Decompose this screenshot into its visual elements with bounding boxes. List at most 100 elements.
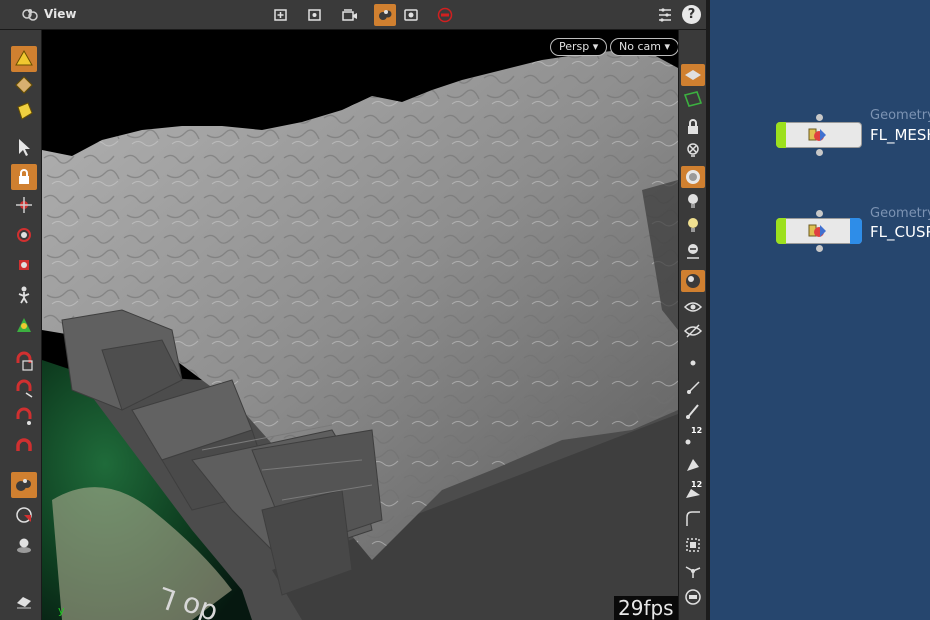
- network-editor[interactable]: Geometry FL_MESH Geometry FL_CUSP: [706, 0, 930, 620]
- hide-other-objects[interactable]: [681, 140, 705, 162]
- headlight-icon: [686, 170, 700, 184]
- handle-tool[interactable]: [11, 312, 37, 338]
- help-button[interactable]: ?: [682, 5, 701, 24]
- snap-magnet-icon: [16, 379, 33, 398]
- vectors-icon: [685, 566, 701, 578]
- node-fl-cusp[interactable]: [776, 210, 864, 252]
- select-primitives-icon: [17, 102, 33, 120]
- shading-icon: [379, 10, 392, 20]
- ghost-others-toggle[interactable]: [681, 320, 705, 342]
- scale-tool[interactable]: [11, 252, 37, 278]
- camera-menu[interactable]: No cam ▾: [610, 38, 678, 56]
- lights-tool[interactable]: [11, 532, 37, 558]
- select-points-icon: [15, 49, 33, 66]
- node-output-connector[interactable]: [816, 149, 823, 156]
- display-prim-toggle[interactable]: [681, 454, 705, 476]
- display-points-toggle[interactable]: [681, 352, 705, 374]
- record-icon: [437, 7, 453, 23]
- pane-title: View: [44, 7, 77, 21]
- hull-icon: [686, 511, 700, 526]
- primitive-icon: [687, 459, 699, 471]
- move-icon: [16, 197, 32, 213]
- rotate-icon: [17, 228, 31, 242]
- pane-header: View ?: [0, 0, 706, 30]
- display-point-numbers-toggle[interactable]: 12: [681, 426, 705, 448]
- frame-selected-button[interactable]: [304, 4, 326, 26]
- display-point-normals-toggle[interactable]: [681, 400, 705, 422]
- snap-grid-icon: [16, 351, 33, 371]
- lock-tool[interactable]: [11, 164, 37, 190]
- node-output-connector[interactable]: [816, 245, 823, 252]
- record-button[interactable]: [434, 4, 456, 26]
- display-prim-numbers-toggle[interactable]: 12: [681, 480, 705, 502]
- show-all-toggle[interactable]: [681, 296, 705, 318]
- snap-grid-tool[interactable]: [11, 348, 37, 374]
- display-grid-toggle[interactable]: [681, 64, 705, 86]
- snapshot-button[interactable]: [400, 4, 422, 26]
- right-toolbar: 12 12: [678, 30, 706, 620]
- display-reference-toggle[interactable]: [681, 88, 705, 110]
- shading-mode-toggle[interactable]: [681, 270, 705, 292]
- geometry-node-icon: [808, 224, 826, 237]
- home-view-button[interactable]: [270, 4, 292, 26]
- display-hulls-toggle[interactable]: [681, 508, 705, 530]
- display-flag[interactable]: [776, 122, 786, 148]
- close-bulb-icon: [687, 143, 699, 157]
- display-bbox-toggle[interactable]: [681, 534, 705, 556]
- shelf-tool[interactable]: [11, 588, 37, 614]
- camera-icon: [342, 9, 357, 21]
- shadow-bulb-icon: [687, 244, 699, 259]
- eraser-icon: [17, 597, 31, 609]
- options-icon: [659, 8, 671, 22]
- scale-icon: [19, 260, 29, 270]
- projection-menu[interactable]: Persp ▾: [550, 38, 608, 56]
- move-tool[interactable]: [11, 192, 37, 218]
- node-fl-mesh[interactable]: [776, 114, 864, 156]
- node-name-label[interactable]: FL_MESH: [870, 126, 930, 144]
- view-pane-icon[interactable]: [20, 5, 40, 25]
- snap-prim-tool[interactable]: [11, 376, 37, 402]
- display-options-toggle[interactable]: [681, 586, 705, 608]
- lock-icon: [19, 169, 29, 184]
- magnet-icon: [16, 438, 32, 451]
- select-primitives-tool[interactable]: [11, 98, 37, 124]
- lock-camera-toggle[interactable]: [681, 116, 705, 138]
- pose-tool[interactable]: [11, 282, 37, 308]
- render-shading-icon: [16, 479, 31, 491]
- lock-icon: [688, 119, 698, 134]
- lightbulb-on-icon: [688, 218, 698, 232]
- display-options-button[interactable]: [374, 4, 396, 26]
- node-name-label[interactable]: FL_CUSP: [870, 223, 930, 241]
- lightbulb-icon: [688, 194, 698, 208]
- snap-multi-tool[interactable]: [11, 434, 37, 460]
- bounding-box-icon: [686, 538, 700, 552]
- high-quality-light-toggle[interactable]: [681, 214, 705, 236]
- terrain-render: do L: [42, 50, 678, 620]
- render-region-tool[interactable]: [11, 472, 37, 498]
- headlight-toggle[interactable]: [681, 166, 705, 188]
- select-edges-tool[interactable]: [11, 72, 37, 98]
- snap-point-tool[interactable]: [11, 404, 37, 430]
- display-normals-toggle[interactable]: [681, 376, 705, 398]
- normal-icon: [687, 381, 700, 394]
- rotate-tool[interactable]: [11, 222, 37, 248]
- node-type-label: Geometry: [870, 108, 930, 123]
- select-points-tool[interactable]: [11, 46, 37, 72]
- node-input-connector[interactable]: [816, 210, 823, 217]
- node-input-connector[interactable]: [816, 114, 823, 121]
- display-options-icon: [685, 589, 701, 605]
- shadow-light-toggle[interactable]: [681, 240, 705, 262]
- fps-readout: 29fps: [614, 596, 678, 620]
- normal-light-toggle[interactable]: [681, 190, 705, 212]
- display-vectors-toggle[interactable]: [681, 560, 705, 582]
- toolbar-options-button[interactable]: [654, 4, 676, 26]
- select-tool[interactable]: [11, 134, 37, 160]
- scene-viewport[interactable]: do L Persp ▾ No cam ▾ 29fps y: [42, 30, 678, 620]
- view-tool[interactable]: [11, 502, 37, 528]
- arrow-cursor-icon: [19, 139, 30, 156]
- display-flag[interactable]: [776, 218, 786, 244]
- camera-menu-button[interactable]: [338, 4, 360, 26]
- template-flag[interactable]: [850, 218, 862, 244]
- point-icon: [690, 360, 696, 366]
- grid-plane-icon: [685, 70, 701, 80]
